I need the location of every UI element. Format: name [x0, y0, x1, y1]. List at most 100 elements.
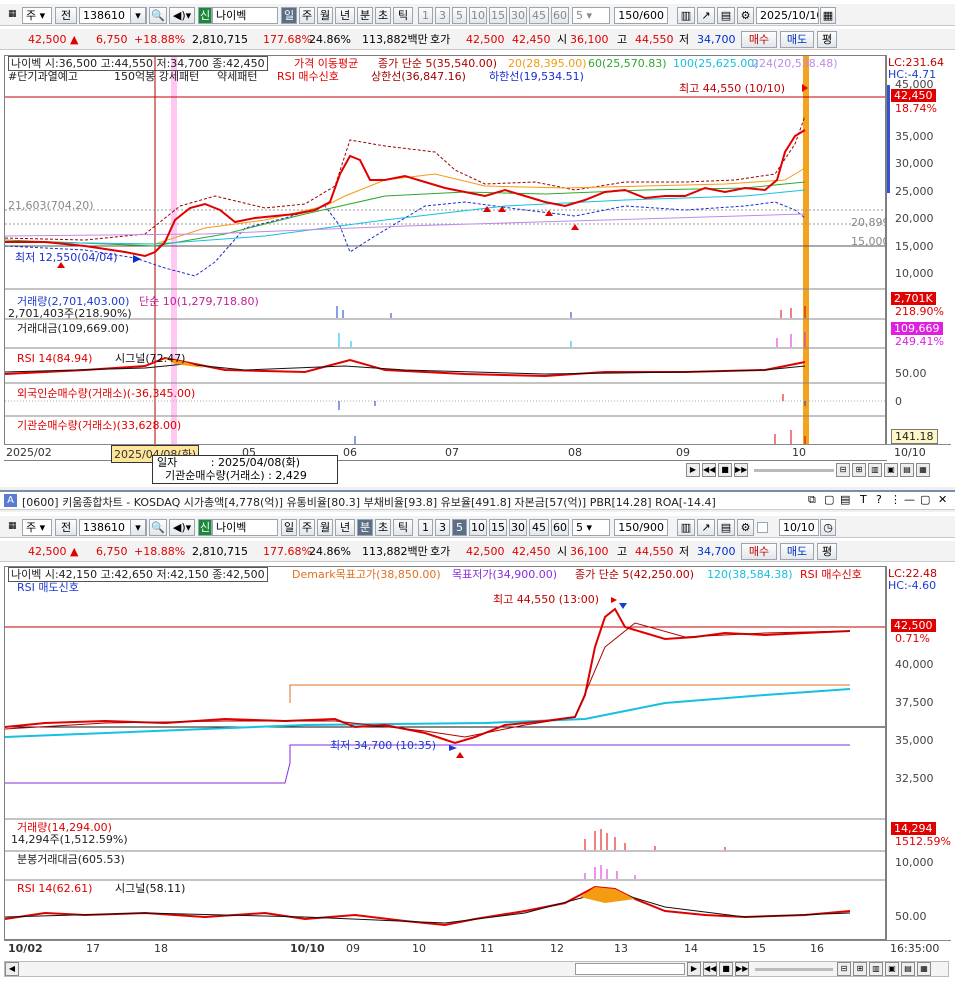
sell-button[interactable]: 매도: [780, 543, 814, 560]
market-select[interactable]: 주 ▾: [22, 519, 52, 536]
interval-dropdown[interactable]: 5 ▾: [572, 7, 610, 24]
tab-year[interactable]: 년: [335, 519, 355, 536]
tab-month[interactable]: 월: [317, 7, 333, 24]
interval-60[interactable]: 60: [551, 7, 569, 24]
count-input[interactable]: 150/900: [614, 519, 668, 536]
interval-1[interactable]: 1: [418, 7, 433, 24]
interval-30[interactable]: 30: [509, 519, 527, 536]
interval-1[interactable]: 1: [418, 519, 433, 536]
interval-30[interactable]: 30: [509, 7, 527, 24]
interval-60[interactable]: 60: [551, 519, 569, 536]
tab-week[interactable]: 주: [299, 7, 315, 24]
window-pin-icon[interactable]: ⋮: [890, 493, 901, 506]
buy-button[interactable]: 매수: [741, 543, 777, 560]
interval-45[interactable]: 45: [529, 7, 549, 24]
daily-chart-plot[interactable]: 나이벡 시:36,500 고:44,550 저:34,700 종:42,450 …: [4, 55, 886, 461]
zoom-in-icon[interactable]: ⊞: [852, 463, 866, 477]
window-font-icon[interactable]: T: [860, 493, 867, 506]
tab-day[interactable]: 일: [281, 7, 297, 24]
calendar-icon[interactable]: ▦: [820, 7, 836, 24]
collapse-icon[interactable]: ▤: [901, 962, 915, 976]
save-icon[interactable]: ▤: [717, 519, 735, 536]
interval-3[interactable]: 3: [435, 7, 450, 24]
tab-minute[interactable]: 분: [357, 7, 373, 24]
minute-chart-plot[interactable]: 나이벡 시:42,150 고:42,650 저:42,150 종:42,500 …: [4, 566, 886, 940]
tools-icon[interactable]: ▥: [677, 519, 695, 536]
close-icon[interactable]: ✕: [938, 493, 947, 506]
scroll-thumb[interactable]: [575, 963, 685, 975]
tab-tick[interactable]: 틱: [393, 519, 413, 536]
chart-type-icon[interactable]: ↗: [697, 519, 715, 536]
tab-minute[interactable]: 분: [357, 519, 373, 536]
interval-5[interactable]: 5: [452, 519, 467, 536]
tab-tick[interactable]: 틱: [393, 7, 413, 24]
h-scrollbar[interactable]: ◀ ▶ ◀◀ ■ ▶▶ ⊟ ⊞ ▥ ▣ ▤ ▦: [4, 961, 949, 977]
scroll-left-icon[interactable]: ◀: [5, 962, 19, 976]
save-icon[interactable]: ▤: [717, 7, 735, 24]
zoom-slider[interactable]: [755, 968, 833, 971]
tab-day[interactable]: 일: [281, 519, 297, 536]
market-select[interactable]: ▦: [5, 7, 21, 24]
all-button[interactable]: 전: [55, 519, 77, 536]
fit-icon[interactable]: ▣: [885, 962, 899, 976]
expand-icon[interactable]: ▦: [916, 463, 930, 477]
rewind-icon[interactable]: ◀◀: [703, 962, 717, 976]
collapse-icon[interactable]: ▤: [900, 463, 914, 477]
sell-button[interactable]: 매도: [780, 31, 814, 48]
interval-dropdown[interactable]: 5 ▾: [572, 519, 610, 536]
gear-icon[interactable]: ⚙: [737, 7, 754, 24]
tab-month[interactable]: 월: [317, 519, 333, 536]
forward-icon[interactable]: ▶▶: [734, 463, 748, 477]
search-icon[interactable]: 🔍: [149, 519, 167, 536]
time-checkbox[interactable]: [757, 522, 768, 533]
clock-icon[interactable]: ◷: [820, 519, 836, 536]
zoom-in-icon[interactable]: ⊞: [853, 962, 867, 976]
interval-45[interactable]: 45: [529, 519, 549, 536]
menu-icon[interactable]: ▦: [5, 519, 21, 536]
interval-3[interactable]: 3: [435, 519, 450, 536]
tab-second[interactable]: 초: [375, 7, 391, 24]
tab-week[interactable]: 주: [299, 519, 315, 536]
code-dropdown[interactable]: ▾: [130, 519, 146, 536]
interval-10[interactable]: 10: [469, 7, 487, 24]
fit-icon[interactable]: ▣: [884, 463, 898, 477]
stop-icon[interactable]: ■: [719, 962, 733, 976]
speaker-icon[interactable]: ◀)▾: [169, 7, 195, 24]
window-help-icon[interactable]: ?: [876, 493, 882, 506]
tab-second[interactable]: 초: [375, 519, 391, 536]
flat-button[interactable]: 평: [817, 31, 837, 48]
zoom-slider[interactable]: [754, 469, 834, 472]
all-button[interactable]: 전: [55, 7, 77, 24]
view-icon[interactable]: ▥: [868, 463, 882, 477]
scroll-right-icon[interactable]: ▶: [686, 463, 700, 477]
view-icon[interactable]: ▥: [869, 962, 883, 976]
buy-button[interactable]: 매수: [741, 31, 777, 48]
stop-icon[interactable]: ■: [718, 463, 732, 477]
code-dropdown[interactable]: ▾: [130, 7, 146, 24]
count-input[interactable]: 150/600: [614, 7, 668, 24]
search-icon[interactable]: 🔍: [149, 7, 167, 24]
gear-icon[interactable]: ⚙: [737, 519, 754, 536]
interval-5[interactable]: 5: [452, 7, 467, 24]
tab-year[interactable]: 년: [335, 7, 355, 24]
flat-button[interactable]: 평: [817, 543, 837, 560]
window-link-icon[interactable]: ⧉: [808, 493, 816, 507]
rewind-icon[interactable]: ◀◀: [702, 463, 716, 477]
window-save-icon[interactable]: ▤: [840, 493, 850, 506]
window-copy-icon[interactable]: ▢: [824, 493, 834, 506]
speaker-icon[interactable]: ◀)▾: [169, 519, 195, 536]
forward-icon[interactable]: ▶▶: [735, 962, 749, 976]
tools-icon[interactable]: ▥: [677, 7, 695, 24]
scroll-right-icon[interactable]: ▶: [687, 962, 701, 976]
maximize-icon[interactable]: ▢: [920, 493, 930, 506]
zoom-out-icon[interactable]: ⊟: [836, 463, 850, 477]
market-select[interactable]: 주 ▾: [22, 7, 52, 24]
expand-icon[interactable]: ▦: [917, 962, 931, 976]
zoom-out-icon[interactable]: ⊟: [837, 962, 851, 976]
chart-type-icon[interactable]: ↗: [697, 7, 715, 24]
time-input[interactable]: 10/10: [779, 519, 819, 536]
date-input[interactable]: 2025/10/10: [756, 7, 819, 24]
minimize-icon[interactable]: —: [904, 493, 915, 506]
interval-10[interactable]: 10: [469, 519, 487, 536]
interval-15[interactable]: 15: [489, 7, 507, 24]
